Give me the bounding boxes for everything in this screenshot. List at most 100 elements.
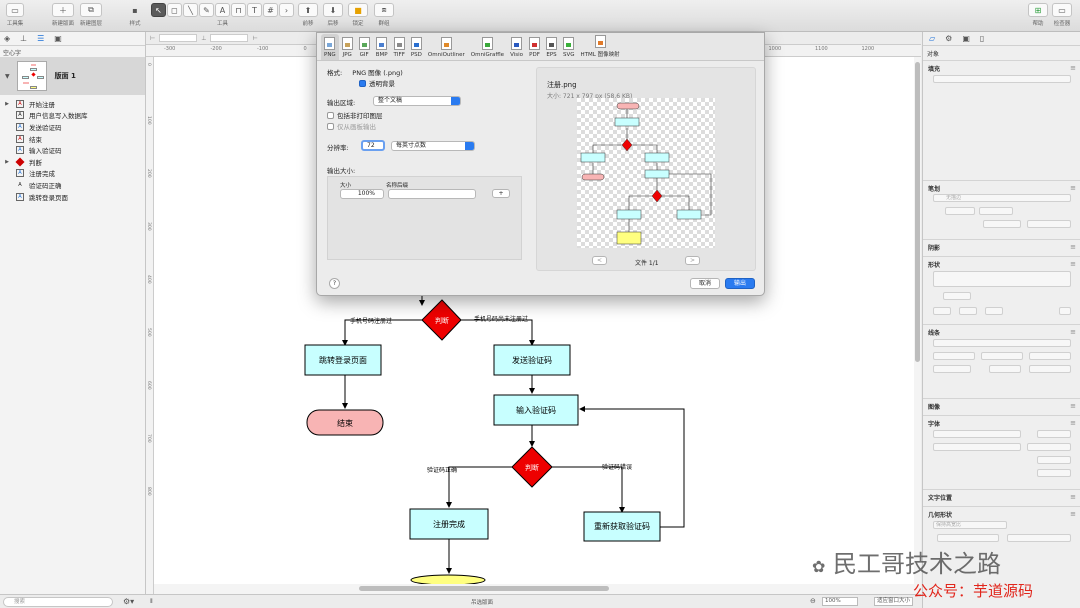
format-pdf[interactable]: PDF bbox=[526, 34, 543, 60]
document-tab-icon[interactable]: ▯ bbox=[980, 34, 984, 43]
section-title[interactable]: 文字位置 bbox=[928, 493, 952, 502]
checkbox-unchecked-icon[interactable] bbox=[327, 112, 334, 119]
corner-style-group[interactable] bbox=[983, 220, 1021, 228]
format-jpg[interactable]: JPG bbox=[339, 34, 356, 60]
format-tiff[interactable]: TIFF bbox=[391, 34, 408, 60]
panel-toggle-icon[interactable]: ⫴ bbox=[150, 598, 153, 606]
x-field[interactable] bbox=[159, 34, 198, 42]
send-back-icon[interactable]: ⬇ bbox=[323, 3, 343, 17]
lock-icon[interactable]: ■ bbox=[348, 3, 368, 17]
export-button[interactable]: 输出 bbox=[725, 278, 755, 289]
new-canvas-icon[interactable]: ＋ bbox=[52, 3, 74, 17]
font-color-select[interactable] bbox=[1027, 443, 1071, 451]
outline-tab-icon[interactable]: ⊥ bbox=[20, 34, 27, 43]
new-layer-group[interactable]: ⧉ 新建图层 bbox=[80, 3, 102, 27]
shape-button[interactable] bbox=[933, 307, 951, 315]
line-tool-icon[interactable]: ╲ bbox=[183, 3, 198, 17]
corner-radius-field[interactable] bbox=[943, 292, 971, 300]
line-cap-group[interactable] bbox=[1027, 220, 1071, 228]
front-group[interactable]: ⬆ 前移 bbox=[298, 3, 318, 27]
list-tab-icon[interactable]: ☰ bbox=[37, 34, 44, 43]
stroke-pattern-select[interactable] bbox=[979, 207, 1013, 215]
vertical-scrollbar[interactable] bbox=[914, 57, 921, 594]
shape-tool-icon[interactable]: ◻ bbox=[167, 3, 182, 17]
shape-button[interactable] bbox=[985, 307, 1003, 315]
scroll-thumb[interactable] bbox=[915, 62, 920, 362]
line-end-select[interactable] bbox=[1029, 352, 1071, 360]
section-title[interactable]: 笔划 bbox=[928, 184, 940, 193]
fit-window-button[interactable]: 适应窗口大小 bbox=[874, 597, 914, 606]
section-title[interactable]: 图像 bbox=[928, 402, 940, 411]
section-menu-icon[interactable]: ≡ bbox=[1070, 243, 1076, 252]
section-menu-icon[interactable]: ≡ bbox=[1070, 260, 1076, 269]
section-title[interactable]: 字体 bbox=[928, 419, 940, 428]
list-item[interactable]: A 结束 bbox=[0, 133, 145, 145]
format-gif[interactable]: GIF bbox=[356, 34, 373, 60]
list-item[interactable]: ▶. 判断 bbox=[0, 156, 145, 168]
section-title[interactable]: 形状 bbox=[928, 260, 940, 269]
only-canvas-checkbox[interactable]: 仅从画板输出 bbox=[327, 121, 376, 131]
format-visio[interactable]: Visio bbox=[507, 34, 526, 60]
help-button[interactable]: ? bbox=[329, 278, 340, 289]
stroke-width-field[interactable] bbox=[945, 207, 975, 215]
format-html-imagemap[interactable]: HTML 图像映射 bbox=[578, 34, 623, 60]
size-input[interactable]: 100% bbox=[340, 189, 384, 199]
format-bmp[interactable]: BMP bbox=[373, 34, 391, 60]
list-item[interactable]: A 发送验证码 bbox=[0, 121, 145, 133]
checkbox-unchecked-icon[interactable] bbox=[327, 123, 334, 130]
scroll-thumb[interactable] bbox=[359, 586, 609, 591]
resolution-input[interactable]: 72 bbox=[361, 140, 385, 151]
section-menu-icon[interactable]: ≡ bbox=[1070, 493, 1076, 502]
group-icon[interactable]: ⧈ bbox=[374, 3, 394, 17]
group-group[interactable]: ⧈ 群组 bbox=[374, 3, 394, 27]
line-style-select[interactable] bbox=[981, 352, 1023, 360]
list-item[interactable]: A 输入验证码 bbox=[0, 144, 145, 156]
bring-front-icon[interactable]: ⬆ bbox=[298, 3, 318, 17]
table-tool-icon[interactable]: # bbox=[263, 3, 278, 17]
lock-group[interactable]: ■ 锁定 bbox=[348, 3, 368, 27]
section-title[interactable]: 阴影 bbox=[928, 243, 940, 252]
pen-tool-icon[interactable]: ✎ bbox=[199, 3, 214, 17]
disclosure-triangle-icon[interactable]: ▼ bbox=[5, 73, 10, 80]
font-style-select[interactable] bbox=[933, 443, 1021, 451]
horizontal-scrollbar[interactable] bbox=[154, 584, 914, 594]
shape-button[interactable] bbox=[1059, 307, 1071, 315]
char-spacing-field[interactable] bbox=[1037, 469, 1071, 477]
magnet-tool-icon[interactable]: ⊓ bbox=[231, 3, 246, 17]
zoom-select[interactable]: 100% bbox=[822, 597, 858, 606]
line-field[interactable] bbox=[989, 365, 1021, 373]
transparent-bg-checkbox[interactable]: 透明背景 bbox=[359, 78, 395, 88]
font-family-select[interactable] bbox=[933, 430, 1021, 438]
inspector-group[interactable]: ▭ 检查器 bbox=[1052, 3, 1072, 27]
format-png[interactable]: PNG bbox=[321, 34, 339, 60]
suffix-input[interactable] bbox=[388, 189, 476, 199]
format-psd[interactable]: PSD bbox=[408, 34, 425, 60]
format-omnigraffle[interactable]: OmniGraffle bbox=[468, 34, 507, 60]
expand-arrow-icon[interactable]: ▶ bbox=[0, 159, 10, 165]
checkbox-checked-icon[interactable] bbox=[359, 80, 366, 87]
cancel-button[interactable]: 取消 bbox=[690, 278, 720, 289]
gear-icon[interactable]: ⚙▾ bbox=[123, 597, 134, 606]
section-menu-icon[interactable]: ≡ bbox=[1070, 402, 1076, 411]
prev-page-button[interactable]: < bbox=[592, 256, 607, 265]
line-type-select[interactable] bbox=[933, 339, 1071, 347]
font-size-field[interactable] bbox=[1037, 430, 1071, 438]
section-menu-icon[interactable]: ≡ bbox=[1070, 328, 1076, 337]
db-shape-top[interactable] bbox=[410, 574, 486, 584]
section-title[interactable]: 几何形状 bbox=[928, 510, 952, 519]
new-layer-icon[interactable]: ⧉ bbox=[80, 3, 102, 17]
section-menu-icon[interactable]: ≡ bbox=[1070, 184, 1076, 193]
search-input[interactable]: 搜索 bbox=[3, 596, 113, 607]
shape-picker[interactable] bbox=[933, 271, 1071, 287]
section-menu-icon[interactable]: ≡ bbox=[1070, 419, 1076, 428]
zoom-out-icon[interactable]: ⊖ bbox=[810, 597, 816, 605]
export-area-select[interactable]: 整个文稿 bbox=[373, 96, 461, 106]
new-canvas-group[interactable]: ＋ 新建版面 bbox=[52, 3, 74, 27]
y-field[interactable] bbox=[210, 34, 249, 42]
object-tab-icon[interactable]: ▱ bbox=[929, 34, 935, 43]
canvas-tab-icon[interactable]: ▣ bbox=[54, 34, 62, 43]
section-title[interactable]: 填充 bbox=[928, 64, 940, 73]
line-field[interactable] bbox=[1029, 365, 1071, 373]
resolution-unit-select[interactable]: 每英寸点数 bbox=[391, 141, 475, 151]
properties-tab-icon[interactable]: ⚙ bbox=[945, 34, 952, 43]
